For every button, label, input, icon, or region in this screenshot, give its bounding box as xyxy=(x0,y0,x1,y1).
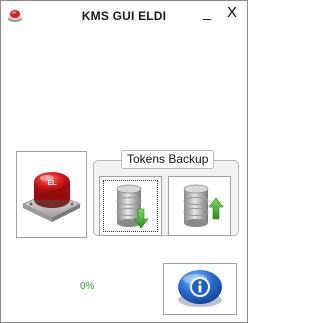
tokens-backup-legend: Tokens Backup xyxy=(121,150,215,169)
about-button[interactable] xyxy=(163,263,237,315)
title-bar[interactable]: KMS GUI ELDI _ X xyxy=(1,1,247,31)
focus-rectangle xyxy=(103,180,158,232)
red-button-icon: EL xyxy=(17,152,86,237)
info-icon xyxy=(164,264,236,314)
minimize-button[interactable]: _ xyxy=(197,4,217,24)
button-emblem-text: EL xyxy=(48,180,58,187)
backup-tokens-button[interactable] xyxy=(99,176,162,236)
activate-button[interactable]: EL xyxy=(16,151,87,238)
restore-tokens-button[interactable] xyxy=(168,176,231,236)
close-button[interactable]: X xyxy=(222,4,242,24)
progress-percent: 0% xyxy=(80,281,95,292)
database-upload-icon xyxy=(169,177,230,235)
main-window: KMS GUI ELDI _ X EL Tokens Backup 0% xyxy=(0,0,248,323)
